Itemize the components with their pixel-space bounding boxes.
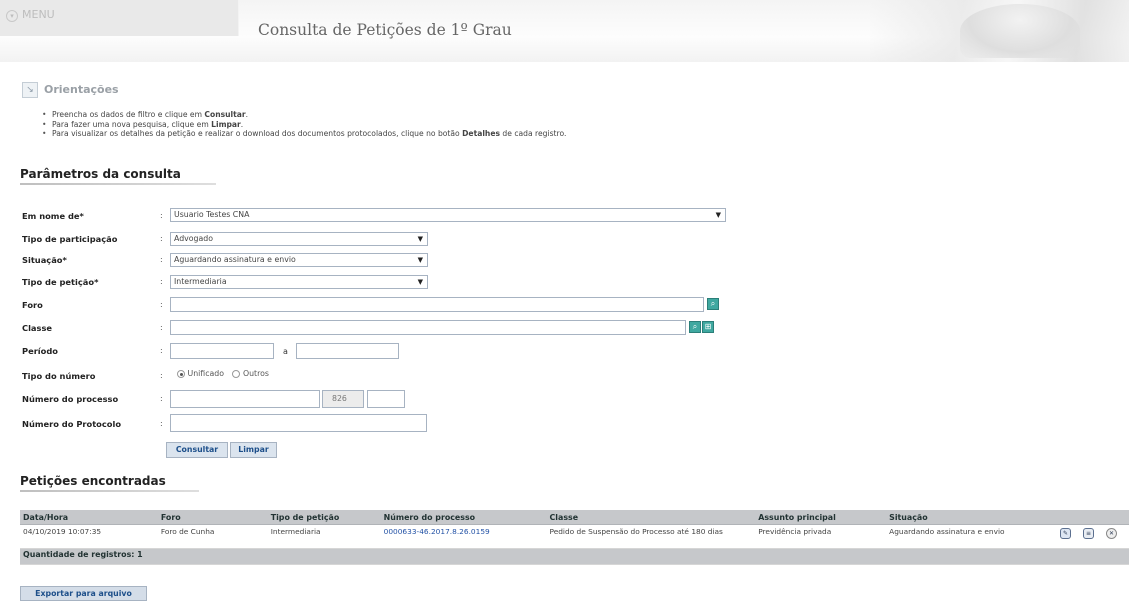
column-header[interactable]: Assunto principal [755, 510, 887, 525]
dropdown-arrow-icon: ▼ [417, 278, 423, 286]
cell-assunto: Previdência privada [755, 524, 887, 549]
actions-header [1057, 510, 1129, 525]
label-periodo: Período [22, 346, 58, 356]
label-foro: Foro [22, 300, 43, 310]
guidance-item: Preencha os dados de filtro e clique em … [52, 110, 566, 120]
menu-label: MENU [22, 8, 55, 21]
dropdown-arrow-icon: ▼ [417, 256, 423, 264]
periodo-inicio-input[interactable] [170, 343, 274, 359]
radio-unificado-label: Unificado [187, 369, 224, 378]
foro-search-icon[interactable]: ⌕ [707, 298, 719, 310]
column-header[interactable]: Data/Hora [20, 510, 158, 525]
classe-tree-icon[interactable]: ⊞ [702, 321, 714, 333]
table-header-row: Data/Hora Foro Tipo de petição Número do… [20, 510, 1129, 525]
guidance-title: Orientações [44, 83, 119, 96]
cell-foro: Foro de Cunha [157, 524, 268, 549]
label-tipo-peticao: Tipo de petição* [22, 277, 99, 287]
params-section-title: Parâmetros da consulta [20, 167, 181, 181]
numero-processo-segmento: 826 [322, 390, 364, 408]
label-numero-processo: Número do processo [22, 394, 119, 404]
record-count: Quantidade de registros: 1 [20, 548, 1129, 565]
guidance-list: Preencha os dados de filtro e clique em … [52, 110, 566, 139]
header-decoration-shape [960, 4, 1080, 58]
numero-protocolo-input[interactable] [170, 414, 427, 432]
dropdown-arrow-icon: ▼ [715, 211, 721, 219]
results-section-title: Petições encontradas [20, 474, 166, 488]
tipo-participacao-select[interactable]: Advogado ▼ [170, 232, 428, 246]
em-nome-de-select[interactable]: Usuario Testes CNA ▼ [170, 208, 726, 222]
cell-classe: Pedido de Suspensão do Processo até 180 … [546, 524, 756, 549]
periodo-separator: a [283, 347, 288, 356]
numero-processo-foro-input[interactable] [367, 390, 405, 408]
dropdown-arrow-icon: ▼ [417, 235, 423, 243]
label-classe: Classe [22, 323, 53, 333]
radio-outros[interactable] [232, 370, 241, 378]
periodo-fim-input[interactable] [296, 343, 399, 359]
cell-actions: ✎ ≡ ✕ [1057, 524, 1129, 549]
cell-situacao: Aguardando assinatura e envio [886, 524, 1057, 549]
guidance-item: Para fazer uma nova pesquisa, clique em … [52, 120, 566, 130]
label-situacao: Situação* [22, 255, 67, 265]
label-numero-protocolo: Número do Protocolo [22, 419, 122, 429]
column-header[interactable]: Número do processo [380, 510, 547, 525]
menu-button[interactable]: ▾ MENU [6, 8, 55, 22]
column-header[interactable]: Classe [546, 510, 756, 525]
chevron-down-icon: ▾ [6, 10, 18, 22]
consultar-button[interactable]: Consultar [166, 442, 228, 458]
foro-input[interactable] [170, 297, 704, 312]
classe-input[interactable] [170, 320, 686, 335]
radio-outros-label: Outros [242, 369, 269, 378]
edit-icon[interactable]: ✎ [1060, 528, 1071, 539]
params-section-header: Parâmetros da consulta [20, 167, 181, 181]
section-underline [20, 490, 199, 492]
table-row: 04/10/2019 10:07:35 Foro de Cunha Interm… [20, 524, 1129, 549]
column-header[interactable]: Tipo de petição [267, 510, 381, 525]
classe-search-icon[interactable]: ⌕ [689, 321, 701, 333]
page-title: Consulta de Petições de 1º Grau [258, 21, 512, 39]
guidance-toggle-icon[interactable]: ↘ [22, 82, 38, 98]
delete-icon[interactable]: ✕ [1106, 528, 1117, 539]
situacao-select[interactable]: Aguardando assinatura e envio ▼ [170, 253, 428, 267]
column-header[interactable]: Situação [886, 510, 1057, 525]
results-section-header: Petições encontradas [20, 474, 166, 488]
section-underline [20, 183, 216, 185]
guidance-item: Para visualizar os detalhes da petição e… [52, 129, 566, 139]
cell-data-hora: 04/10/2019 10:07:35 [20, 524, 158, 549]
export-button[interactable]: Exportar para arquivo [20, 586, 147, 601]
label-em-nome-de: Em nome de* [22, 211, 84, 221]
count-row: Quantidade de registros: 1 [20, 548, 1129, 565]
limpar-button[interactable]: Limpar [230, 442, 277, 458]
results-table: Data/Hora Foro Tipo de petição Número do… [20, 510, 1129, 565]
column-header[interactable]: Foro [157, 510, 268, 525]
label-tipo-participacao: Tipo de participação [22, 234, 118, 244]
cell-tipo-peticao: Intermediaria [267, 524, 381, 549]
label-tipo-numero: Tipo do número [22, 371, 96, 381]
numero-processo-input[interactable] [170, 390, 320, 408]
tipo-numero-radio-group: Unificado Outros [177, 369, 269, 378]
radio-unificado[interactable] [177, 370, 185, 378]
tipo-peticao-select[interactable]: Intermediaria ▼ [170, 275, 428, 289]
details-icon[interactable]: ≡ [1083, 528, 1094, 539]
cell-numero-processo-link[interactable]: 0000633-46.2017.8.26.0159 [380, 524, 547, 549]
